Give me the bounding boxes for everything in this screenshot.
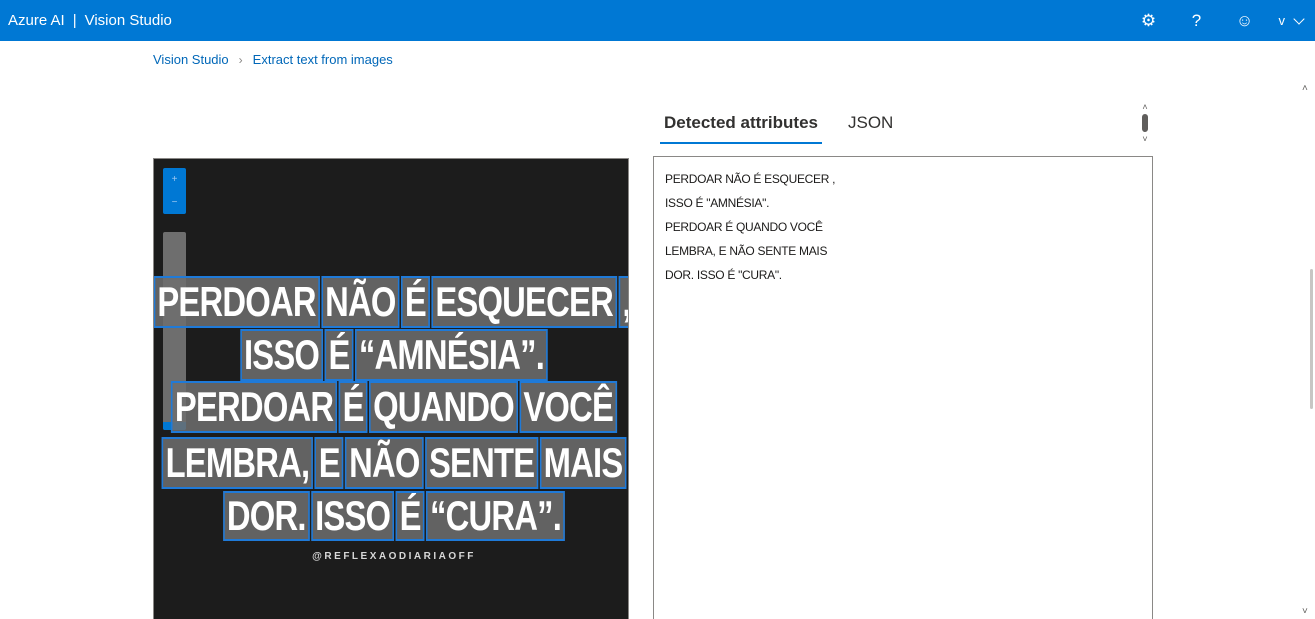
ocr-line: PERDOAR NÃO É ESQUECER , [154,276,628,328]
chevron-up-icon[interactable]: ˄ [1140,102,1150,112]
zoom-controls: + − [163,168,186,214]
breadcrumb-extract-text-link[interactable]: Extract text from images [253,52,393,67]
ocr-word-box: LEMBRA, [161,437,314,489]
ocr-word-box: SENTE [425,437,539,489]
zoom-out-button[interactable]: − [163,191,186,214]
top-bar-actions: ⚙ ? ☺ v [1125,0,1315,41]
ocr-word-box: NÃO [321,276,400,328]
ocr-line: DOR. ISSO É “CURA”. [223,491,565,541]
ocr-word-box: ESQUECER [431,276,617,328]
chevron-down-icon[interactable]: ˅ [1302,606,1308,617]
settings-gear-icon[interactable]: ⚙ [1125,0,1173,41]
image-viewer[interactable]: + − PERDOAR NÃO É ESQUECER , ISSO É “AMN… [153,158,629,619]
chevron-right-icon: › [238,52,243,67]
brand[interactable]: Azure AI | Vision Studio [0,0,172,41]
ocr-word-box: “CURA”. [426,491,565,541]
detected-text-line: PERDOAR NÃO É ESQUECER , [665,172,836,186]
help-question-icon[interactable]: ? [1173,0,1221,41]
ocr-word-box: QUANDO [369,381,518,433]
ocr-word-box: MAIS [539,437,627,489]
detected-text-line: ISSO É "AMNÉSIA". [665,196,770,210]
tabs-scrollbar[interactable]: ˄ ˅ [1140,102,1150,144]
page-scrollbar-thumb[interactable] [1310,269,1313,409]
chevron-down-icon [1293,12,1305,25]
brand-separator: | [72,12,77,29]
result-tabs: Detected attributes JSON [660,104,919,144]
user-menu-button[interactable]: v [1269,0,1315,41]
zoom-in-button[interactable]: + [163,168,186,191]
chevron-up-icon[interactable]: ˄ [1302,83,1308,94]
ocr-word-box: É [401,276,430,328]
breadcrumb: Vision Studio › Extract text from images [153,52,393,67]
ocr-word-box: É [395,491,425,541]
ocr-word-box: É [338,381,368,433]
ocr-word-box: VOCÊ [519,381,617,433]
image-watermark: @REFLEXAODIARIAOFF [312,551,476,562]
ocr-line: LEMBRA, E NÃO SENTE MAIS [161,437,627,489]
ocr-word-box: E [314,437,344,489]
ocr-word-box: NÃO [345,437,424,489]
detected-text-panel: PERDOAR NÃO É ESQUECER , ISSO É "AMNÉSIA… [653,156,1153,619]
ocr-word-box: ISSO [240,329,324,381]
app-name: Vision Studio [84,12,172,29]
ocr-line: PERDOAR É QUANDO VOCÊ [171,381,617,433]
ocr-word-box: PERDOAR [154,276,320,328]
breadcrumb-vision-studio-link[interactable]: Vision Studio [153,52,229,67]
detected-text-line: PERDOAR É QUANDO VOCÊ [665,220,823,234]
tab-detected-attributes[interactable]: Detected attributes [660,104,822,144]
tab-json[interactable]: JSON [844,104,897,144]
user-initial: v [1278,13,1286,28]
page-scrollbar[interactable]: ˄ ˅ [1298,41,1315,619]
product-name: Azure AI [8,12,65,29]
scrollbar-thumb[interactable] [1142,114,1148,132]
ocr-line: ISSO É “AMNÉSIA”. [240,329,548,381]
chevron-down-icon[interactable]: ˅ [1140,134,1150,144]
ocr-word-box: “AMNÉSIA”. [355,329,548,381]
ocr-word-box: É [324,329,354,381]
detected-text-line: DOR. ISSO É "CURA". [665,268,782,282]
top-bar: Azure AI | Vision Studio ⚙ ? ☺ v [0,0,1315,41]
detected-text-line: LEMBRA, E NÃO SENTE MAIS [665,244,828,258]
ocr-word-box: ISSO [311,491,395,541]
ocr-word-box: DOR. [223,491,310,541]
ocr-word-box: , [618,276,628,328]
ocr-word-box: PERDOAR [171,381,338,433]
feedback-smiley-icon[interactable]: ☺ [1221,0,1269,41]
